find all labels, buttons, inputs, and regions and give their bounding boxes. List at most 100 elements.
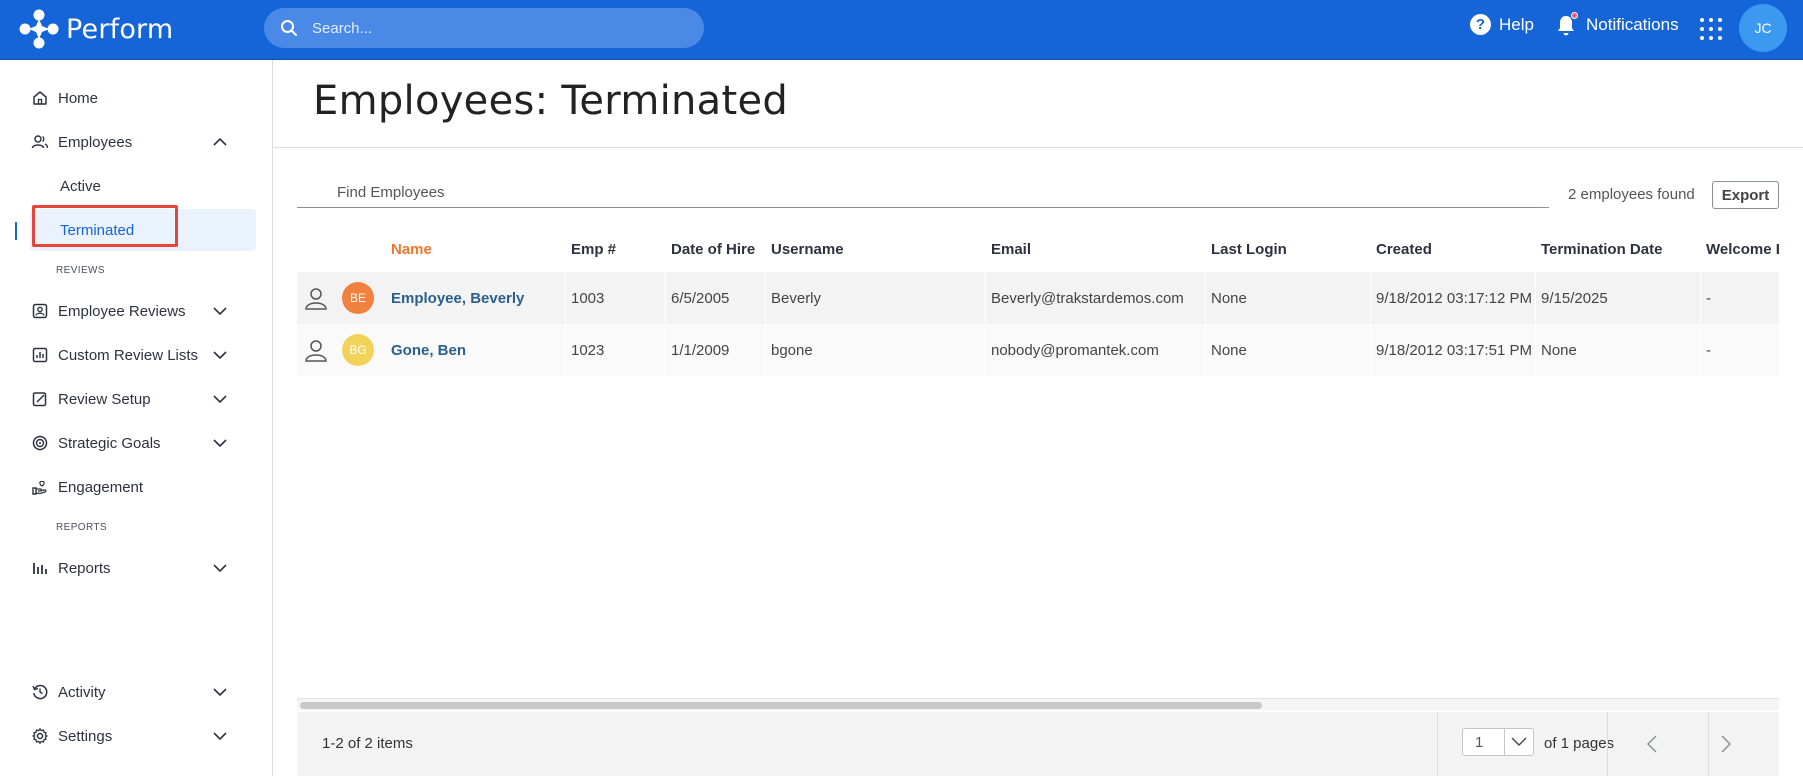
scrollbar-thumb[interactable] xyxy=(300,702,1262,709)
search-icon xyxy=(281,20,297,36)
employee-name-link[interactable]: Gone, Ben xyxy=(391,324,466,376)
emp-number: 1003 xyxy=(571,289,605,307)
sidebar-item-engagement[interactable]: Engagement xyxy=(0,467,273,507)
page-total: of 1 pages xyxy=(1544,735,1615,752)
target-icon xyxy=(32,435,48,451)
chevron-down-icon[interactable] xyxy=(212,560,228,576)
sidebar-item-activity[interactable]: Activity xyxy=(0,672,273,712)
sidebar-subitem-label: Active xyxy=(60,177,101,195)
help-icon: ? xyxy=(1470,14,1491,35)
sidebar-item-review-setup[interactable]: Review Setup xyxy=(0,379,273,419)
chevron-down-icon[interactable] xyxy=(212,684,228,700)
column-divider xyxy=(1370,324,1371,376)
pager-divider xyxy=(1607,712,1608,776)
employee-name-link[interactable]: Employee, Beverly xyxy=(391,272,524,324)
column-divider xyxy=(565,324,566,376)
pager: 1-2 of 2 items 1 of 1 pages xyxy=(297,712,1779,776)
sidebar-item-home[interactable]: Home xyxy=(0,78,273,118)
email: nobody@promantek.com xyxy=(991,341,1159,359)
column-header-termination-date[interactable]: Termination Date xyxy=(1541,241,1662,258)
chevron-down-icon[interactable] xyxy=(212,391,228,407)
chevron-down-icon[interactable] xyxy=(1503,729,1533,755)
chevron-down-icon[interactable] xyxy=(212,347,228,363)
column-header-welcome[interactable]: Welcome E xyxy=(1706,241,1779,258)
page-title: Employees: Terminated xyxy=(313,78,789,124)
chevron-right-icon[interactable] xyxy=(1713,732,1737,756)
sidebar-item-label: Home xyxy=(58,89,99,107)
table-row[interactable]: BE Employee, Beverly 1003 6/5/2005 Bever… xyxy=(297,272,1779,324)
home-icon xyxy=(33,91,47,105)
sidebar-item-label: Review Setup xyxy=(58,390,151,408)
column-header-last-login[interactable]: Last Login xyxy=(1211,241,1287,258)
notifications-link[interactable]: Notifications xyxy=(1556,12,1679,36)
sidebar-item-custom-review-lists[interactable]: Custom Review Lists xyxy=(0,335,273,375)
table-row[interactable]: BG Gone, Ben 1023 1/1/2009 bgone nobody@… xyxy=(297,324,1779,376)
bar-chart-icon xyxy=(33,563,47,574)
column-divider xyxy=(1700,272,1701,324)
column-header-username[interactable]: Username xyxy=(771,241,844,258)
chevron-down-icon[interactable] xyxy=(212,303,228,319)
column-header-created[interactable]: Created xyxy=(1376,241,1432,258)
chevron-down-icon[interactable] xyxy=(212,435,228,451)
employee-initials-avatar: BG xyxy=(342,334,374,366)
column-header-name[interactable]: Name xyxy=(391,241,432,258)
termination-date: 9/15/2025 xyxy=(1541,289,1608,307)
highlight-box xyxy=(32,205,178,247)
sidebar-item-employees[interactable]: Employees xyxy=(0,122,273,162)
column-divider xyxy=(1205,324,1206,376)
sidebar-item-strategic-goals[interactable]: Strategic Goals xyxy=(0,423,273,463)
find-employees-input[interactable] xyxy=(337,184,1137,201)
sidebar-item-label: Activity xyxy=(58,683,106,701)
find-employees-field[interactable] xyxy=(297,180,1549,208)
chevron-up-icon[interactable] xyxy=(212,134,228,150)
help-link[interactable]: ? Help xyxy=(1470,14,1534,35)
column-header-emp[interactable]: Emp # xyxy=(571,241,616,258)
gear-icon xyxy=(32,728,48,744)
app-logo[interactable]: Perform xyxy=(16,6,173,52)
bell-icon xyxy=(1556,12,1578,36)
welcome-email: - xyxy=(1706,341,1711,359)
sidebar-item-label: Strategic Goals xyxy=(58,434,161,452)
top-bar: Perform ? Help Notifications JC xyxy=(0,0,1803,60)
emp-number: 1023 xyxy=(571,341,605,359)
created: 9/18/2012 03:17:12 PM xyxy=(1376,289,1532,307)
user-avatar[interactable]: JC xyxy=(1739,4,1787,52)
column-divider xyxy=(985,272,986,324)
results-count: 2 employees found xyxy=(1568,186,1695,203)
employee-initials-avatar: BE xyxy=(342,282,374,314)
sidebar-item-label: Reports xyxy=(58,559,111,577)
global-search[interactable] xyxy=(264,8,704,48)
perform-logo-icon xyxy=(19,9,59,49)
column-divider xyxy=(1535,324,1536,376)
notifications-label: Notifications xyxy=(1586,15,1679,34)
column-divider xyxy=(1535,272,1536,324)
export-button[interactable]: Export xyxy=(1712,181,1779,209)
horizontal-scrollbar[interactable] xyxy=(297,698,1779,710)
chevron-down-icon[interactable] xyxy=(212,728,228,744)
chevron-left-icon[interactable] xyxy=(1641,732,1665,756)
username: bgone xyxy=(771,341,813,359)
column-divider xyxy=(665,272,666,324)
sidebar-item-label: Custom Review Lists xyxy=(58,346,199,364)
termination-date: None xyxy=(1541,341,1577,359)
sidebar-item-employee-reviews[interactable]: Employee Reviews xyxy=(0,291,273,331)
apps-grid-icon[interactable] xyxy=(1700,18,1722,40)
sidebar-item-settings[interactable]: Settings xyxy=(0,716,273,756)
column-header-email[interactable]: Email xyxy=(991,241,1031,258)
sidebar-item-reports[interactable]: Reports xyxy=(0,548,273,588)
date-of-hire: 1/1/2009 xyxy=(671,341,730,359)
created: 9/18/2012 03:17:51 PM xyxy=(1376,341,1532,359)
history-icon xyxy=(32,684,48,700)
column-divider xyxy=(1700,324,1701,376)
sidebar-item-label: Settings xyxy=(58,727,113,745)
person-icon xyxy=(305,288,327,310)
sidebar-item-label: Employee Reviews xyxy=(58,302,186,320)
username: Beverly xyxy=(771,289,822,307)
page-select[interactable]: 1 xyxy=(1462,728,1534,756)
users-icon xyxy=(31,135,49,149)
divider xyxy=(274,147,1803,148)
search-input[interactable] xyxy=(312,19,692,37)
sidebar-subitem-active[interactable]: Active xyxy=(30,165,256,207)
column-header-date-of-hire[interactable]: Date of Hire xyxy=(671,241,755,258)
pager-divider xyxy=(1708,712,1709,776)
